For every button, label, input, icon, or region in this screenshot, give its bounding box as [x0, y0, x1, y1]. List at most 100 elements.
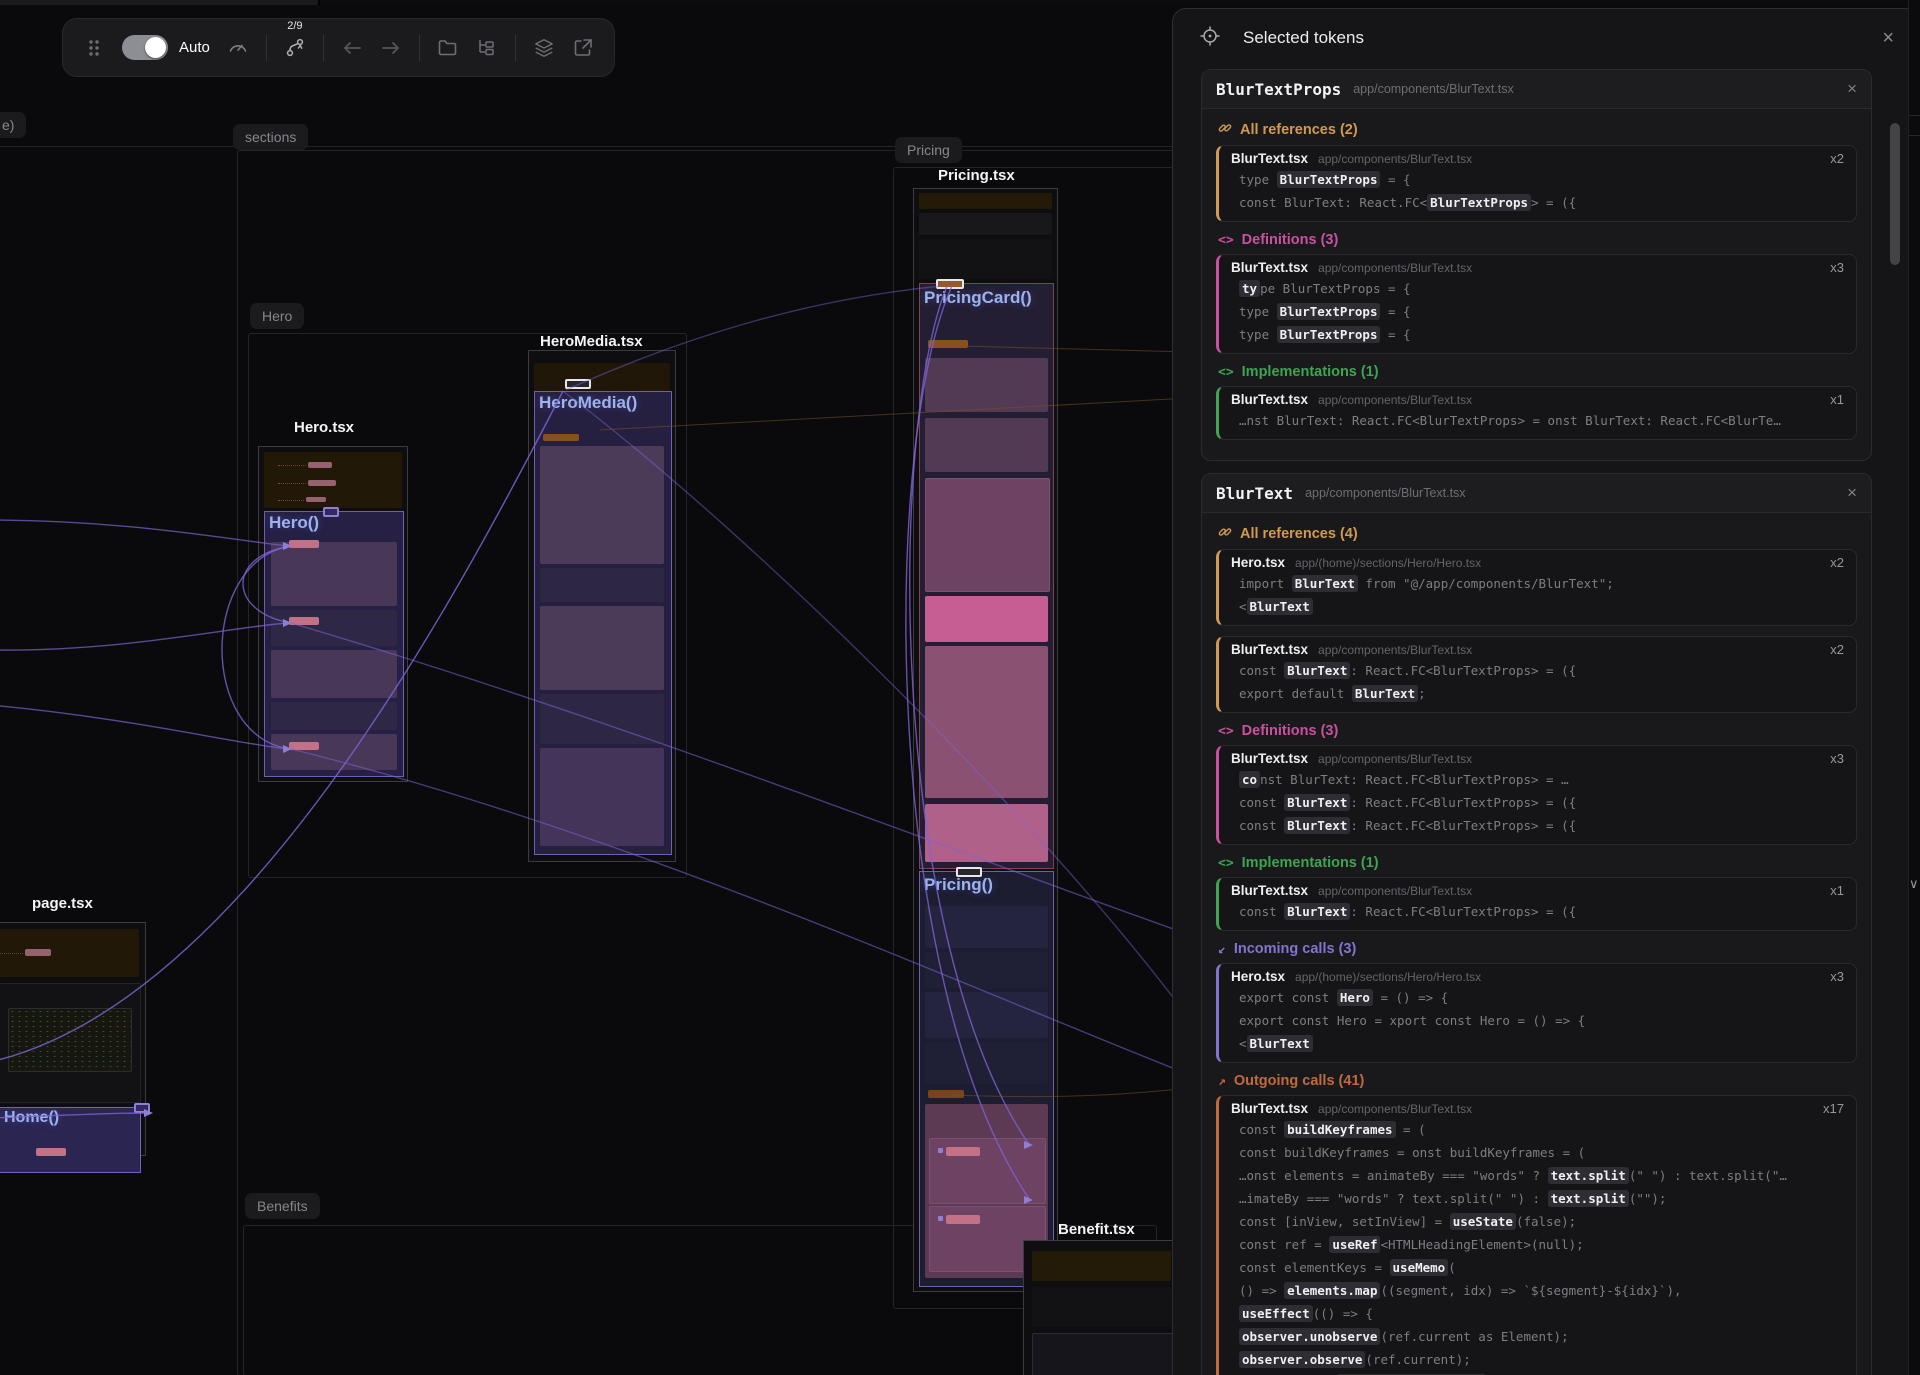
reference-group-header[interactable]: BlurText.tsxapp/components/BlurText.tsxx… — [1231, 392, 1844, 407]
file-node-page[interactable]: Home() — [0, 922, 146, 1156]
token-card-close-icon[interactable]: × — [1847, 483, 1857, 503]
section-header-definitions[interactable]: <>Definitions (3) — [1218, 723, 1857, 739]
code-line[interactable]: const BlurText: React.FC<BlurTextProps> … — [1231, 900, 1844, 923]
reference-group[interactable]: BlurText.tsxapp/components/BlurText.tsxx… — [1216, 745, 1857, 845]
reference-group-header[interactable]: BlurText.tsxapp/components/BlurText.tsxx… — [1231, 260, 1844, 275]
group-tab-sections[interactable]: sections — [233, 124, 308, 150]
code-line[interactable]: const BlurText: React.FC<BlurTextProps> … — [1231, 791, 1844, 814]
reference-count-badge: x3 — [1830, 969, 1844, 984]
function-node-pricing[interactable]: Pricing() — [919, 871, 1054, 1287]
section-header-references[interactable]: All references (4) — [1218, 525, 1857, 543]
code-line[interactable]: …onst elements = animateBy === "words" ?… — [1231, 1164, 1844, 1187]
code-block — [925, 952, 1048, 988]
file-node-hero[interactable]: Hero() — [258, 446, 408, 782]
gauge-icon[interactable] — [227, 37, 249, 59]
code-line[interactable]: type BlurTextProps = { — [1231, 168, 1844, 191]
reference-group[interactable]: BlurText.tsxapp/components/BlurText.tsxx… — [1216, 254, 1857, 354]
auto-toggle[interactable] — [122, 35, 168, 60]
code-line[interactable]: return () => observer.disconnect(); — [1231, 1371, 1844, 1375]
reference-group-header[interactable]: BlurText.tsxapp/components/BlurText.tsxx… — [1231, 1101, 1844, 1116]
reference-group-header[interactable]: BlurText.tsxapp/components/BlurText.tsxx… — [1231, 751, 1844, 766]
code-line[interactable]: const ref = useRef<HTMLHeadingElement>(n… — [1231, 1233, 1844, 1256]
code-line[interactable]: export const Hero = xport const Hero = (… — [1231, 1009, 1844, 1032]
group-tab-benefits[interactable]: Benefits — [245, 1193, 320, 1219]
code-line[interactable]: export const Hero = () => { — [1231, 986, 1844, 1009]
section-header-outgoing[interactable]: ↗Outgoing calls (41) — [1218, 1073, 1857, 1089]
connector-tag[interactable] — [323, 507, 339, 517]
code-line[interactable]: observer.observe(ref.current); — [1231, 1348, 1844, 1371]
code-line[interactable]: useEffect(() => { — [1231, 1302, 1844, 1325]
code-line[interactable]: observer.unobserve(ref.current as Elemen… — [1231, 1325, 1844, 1348]
code-line[interactable]: type BlurTextProps = { — [1231, 323, 1844, 346]
reference-group[interactable]: BlurText.tsxapp/components/BlurText.tsxx… — [1216, 1095, 1857, 1375]
code-line[interactable]: const buildKeyframes = ( — [1231, 1118, 1844, 1141]
connector-tag[interactable] — [134, 1103, 150, 1113]
code-line[interactable]: const BlurText: React.FC<BlurTextProps> … — [1231, 191, 1844, 214]
file-label-heromedia: HeroMedia.tsx — [540, 333, 643, 350]
token-card-close-icon[interactable]: × — [1847, 79, 1857, 99]
group-tab-hero[interactable]: Hero — [250, 303, 304, 329]
file-tree-icon[interactable] — [476, 37, 498, 59]
panel-close-icon[interactable]: × — [1882, 27, 1894, 50]
token-card-header[interactable]: BlurTextapp/components/BlurText.tsx× — [1202, 474, 1871, 513]
code-line[interactable]: const buildKeyframes = onst buildKeyfram… — [1231, 1141, 1844, 1164]
file-node-heromedia[interactable]: HeroMedia() — [528, 350, 676, 862]
code-line[interactable]: …nst BlurText: React.FC<BlurTextProps> =… — [1231, 409, 1844, 432]
section-header-implementations[interactable]: <>Implementations (1) — [1218, 855, 1857, 871]
section-header-references[interactable]: All references (2) — [1218, 121, 1857, 139]
code-line[interactable]: import BlurText from "@/app/components/B… — [1231, 572, 1844, 595]
connector-tag[interactable] — [565, 379, 591, 389]
layers-icon[interactable] — [533, 37, 555, 59]
code-line[interactable]: const BlurText: React.FC<BlurTextProps> … — [1231, 814, 1844, 837]
code-line[interactable]: const BlurText: React.FC<BlurTextProps> … — [1231, 768, 1844, 791]
reference-group[interactable]: Hero.tsxapp/(home)/sections/Hero/Hero.ts… — [1216, 549, 1857, 626]
reference-group-header[interactable]: BlurText.tsxapp/components/BlurText.tsxx… — [1231, 642, 1844, 657]
code-line[interactable]: <BlurText — [1231, 1032, 1844, 1055]
forward-icon[interactable] — [380, 37, 402, 59]
reference-group-header[interactable]: BlurText.tsxapp/components/BlurText.tsxx… — [1231, 151, 1844, 166]
connector-tag[interactable] — [936, 279, 964, 289]
file-node-benefit[interactable] — [1023, 1240, 1180, 1375]
code-text: > = ({ — [1531, 195, 1576, 210]
token-cards-scroll[interactable]: BlurTextPropsapp/components/BlurText.tsx… — [1173, 67, 1920, 1375]
panel-scrollbar-thumb[interactable] — [1890, 123, 1900, 265]
token-card: BlurTextapp/components/BlurText.tsx× All … — [1201, 473, 1872, 1375]
code-line[interactable]: …imateBy === "words" ? text.split(" ") :… — [1231, 1187, 1844, 1210]
collapse-chevron-icon[interactable]: ∨ — [1909, 876, 1919, 892]
file-node-pricing[interactable]: PricingCard() Pricing() — [913, 188, 1058, 1292]
history-branch[interactable]: 2/9 — [284, 37, 306, 59]
group-tab-home[interactable]: e) — [0, 112, 26, 138]
group-tab-pricing[interactable]: Pricing — [895, 137, 962, 163]
reference-group-header[interactable]: Hero.tsxapp/(home)/sections/Hero/Hero.ts… — [1231, 555, 1844, 570]
code-line[interactable]: const [inView, setInView] = useState(fal… — [1231, 1210, 1844, 1233]
code-block — [925, 646, 1048, 798]
function-node-pricingcard[interactable]: PricingCard() — [919, 283, 1054, 869]
token-card-header[interactable]: BlurTextPropsapp/components/BlurText.tsx… — [1202, 70, 1871, 109]
section-header-incoming[interactable]: ↙Incoming calls (3) — [1218, 941, 1857, 957]
reference-group[interactable]: Hero.tsxapp/(home)/sections/Hero/Hero.ts… — [1216, 963, 1857, 1063]
connector-tag[interactable] — [956, 867, 982, 877]
code-line[interactable]: export default BlurText; — [1231, 682, 1844, 705]
reference-group-header[interactable]: Hero.tsxapp/(home)/sections/Hero/Hero.ts… — [1231, 969, 1844, 984]
reference-group[interactable]: BlurText.tsxapp/components/BlurText.tsxx… — [1216, 636, 1857, 713]
drag-grip-icon[interactable] — [83, 37, 105, 59]
reference-group-header[interactable]: BlurText.tsxapp/components/BlurText.tsxx… — [1231, 883, 1844, 898]
section-header-definitions[interactable]: <>Definitions (3) — [1218, 232, 1857, 248]
reference-group[interactable]: BlurText.tsxapp/components/BlurText.tsxx… — [1216, 386, 1857, 440]
back-icon[interactable] — [341, 37, 363, 59]
reference-group[interactable]: BlurText.tsxapp/components/BlurText.tsxx… — [1216, 145, 1857, 222]
reference-group[interactable]: BlurText.tsxapp/components/BlurText.tsxx… — [1216, 877, 1857, 931]
folder-icon[interactable] — [437, 37, 459, 59]
function-node-heromedia[interactable]: HeroMedia() — [534, 391, 672, 855]
function-node-home[interactable]: Home() — [0, 1107, 141, 1173]
code-line[interactable]: type BlurTextProps = { — [1231, 300, 1844, 323]
code-line[interactable]: () => elements.map((segment, idx) => `${… — [1231, 1279, 1844, 1302]
code-line[interactable]: const BlurText: React.FC<BlurTextProps> … — [1231, 659, 1844, 682]
code-line[interactable]: <BlurText — [1231, 595, 1844, 618]
open-external-icon[interactable] — [572, 37, 594, 59]
code-line[interactable]: type BlurTextProps = { — [1231, 277, 1844, 300]
code-line[interactable]: const elementKeys = useMemo( — [1231, 1256, 1844, 1279]
function-node-hero[interactable]: Hero() — [264, 511, 404, 777]
section-header-implementations[interactable]: <>Implementations (1) — [1218, 364, 1857, 380]
code-text: …nst BlurText: React.FC<BlurTextProps> =… — [1239, 413, 1781, 428]
